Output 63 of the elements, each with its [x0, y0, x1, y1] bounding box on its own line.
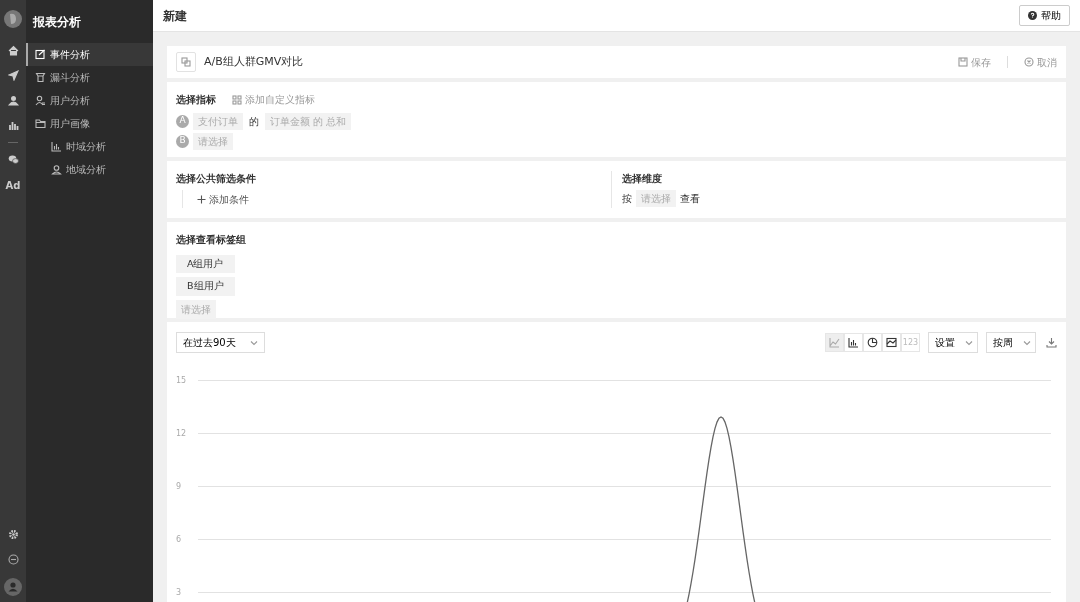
tag-chip[interactable]: B组用户: [176, 277, 235, 296]
chart-type-button[interactable]: [863, 333, 882, 352]
nav-item[interactable]: 用户分析: [26, 89, 153, 112]
axis-tick-label: 3: [176, 586, 183, 599]
section-title: 选择查看标签组: [176, 233, 247, 247]
section-title: 选择公共筛选条件: [176, 172, 257, 186]
tag-chip[interactable]: A组用户: [176, 255, 235, 274]
user-icon[interactable]: [7, 95, 19, 106]
chart-type-button[interactable]: [844, 333, 863, 352]
download-icon: [1046, 337, 1057, 348]
axis-tick-label: 9: [176, 480, 183, 493]
user-icon: [35, 95, 46, 106]
section-title: 选择指标: [176, 93, 216, 107]
metric-letter: A: [176, 114, 189, 128]
connector-text: 的: [248, 114, 260, 129]
dimension-suffix: 查看: [680, 192, 700, 206]
avatar-icon: [4, 578, 22, 596]
pie-chart-icon: [867, 337, 878, 348]
chat-icon[interactable]: [7, 154, 19, 165]
folder-icon: [35, 118, 46, 129]
person-icon: [51, 164, 62, 175]
nav-item[interactable]: 地域分析: [26, 158, 153, 181]
bar-chart-icon[interactable]: [7, 120, 19, 131]
plus-icon: [197, 194, 206, 204]
report-name: A/B组人群GMV对比: [204, 53, 304, 70]
axis-tick-label: 15: [176, 374, 188, 387]
nav-item[interactable]: 事件分析: [26, 43, 153, 66]
area-chart-icon: [886, 337, 897, 348]
chevron-down-icon: [965, 339, 973, 346]
date-range-select[interactable]: 在过去90天: [176, 332, 265, 353]
chevron-down-icon: [249, 339, 258, 346]
line-chart-icon: [829, 337, 840, 348]
help-button[interactable]: 帮助: [1019, 5, 1070, 26]
settings-select[interactable]: 设置: [928, 332, 978, 353]
download-button[interactable]: [1046, 337, 1057, 348]
chart-type-button[interactable]: [882, 333, 901, 352]
bar-chart-icon: [51, 141, 62, 152]
funnel-icon: [35, 72, 46, 83]
save-icon: [958, 57, 968, 67]
send-icon[interactable]: [7, 70, 19, 81]
settings-icon[interactable]: [7, 529, 19, 540]
section-title: 选择维度: [622, 172, 663, 186]
copy-icon: [181, 57, 191, 67]
add-condition-link[interactable]: 添加条件: [197, 191, 249, 207]
metric-letter: B: [176, 134, 189, 148]
edit-icon: [35, 49, 46, 60]
nav-item[interactable]: 时域分析: [26, 135, 153, 158]
bar-chart-icon: [848, 337, 859, 348]
help-icon: [1028, 11, 1037, 20]
axis-tick-label: 12: [176, 427, 188, 440]
page-title: 新建: [163, 7, 187, 25]
logo-icon: [4, 10, 22, 28]
interval-select[interactable]: 按周: [986, 332, 1036, 353]
home-icon[interactable]: [7, 45, 19, 56]
axis-tick-label: 6: [176, 533, 183, 546]
close-icon: [1024, 57, 1034, 67]
nav-item[interactable]: 漏斗分析: [26, 66, 153, 89]
ad-label[interactable]: Ad: [5, 172, 21, 199]
nav-item[interactable]: 用户画像: [26, 112, 153, 135]
dimension-prefix: 按: [622, 192, 632, 206]
grid-icon: [232, 94, 242, 105]
app-title: 报表分析: [32, 14, 82, 31]
chevron-down-icon: [1023, 339, 1031, 346]
